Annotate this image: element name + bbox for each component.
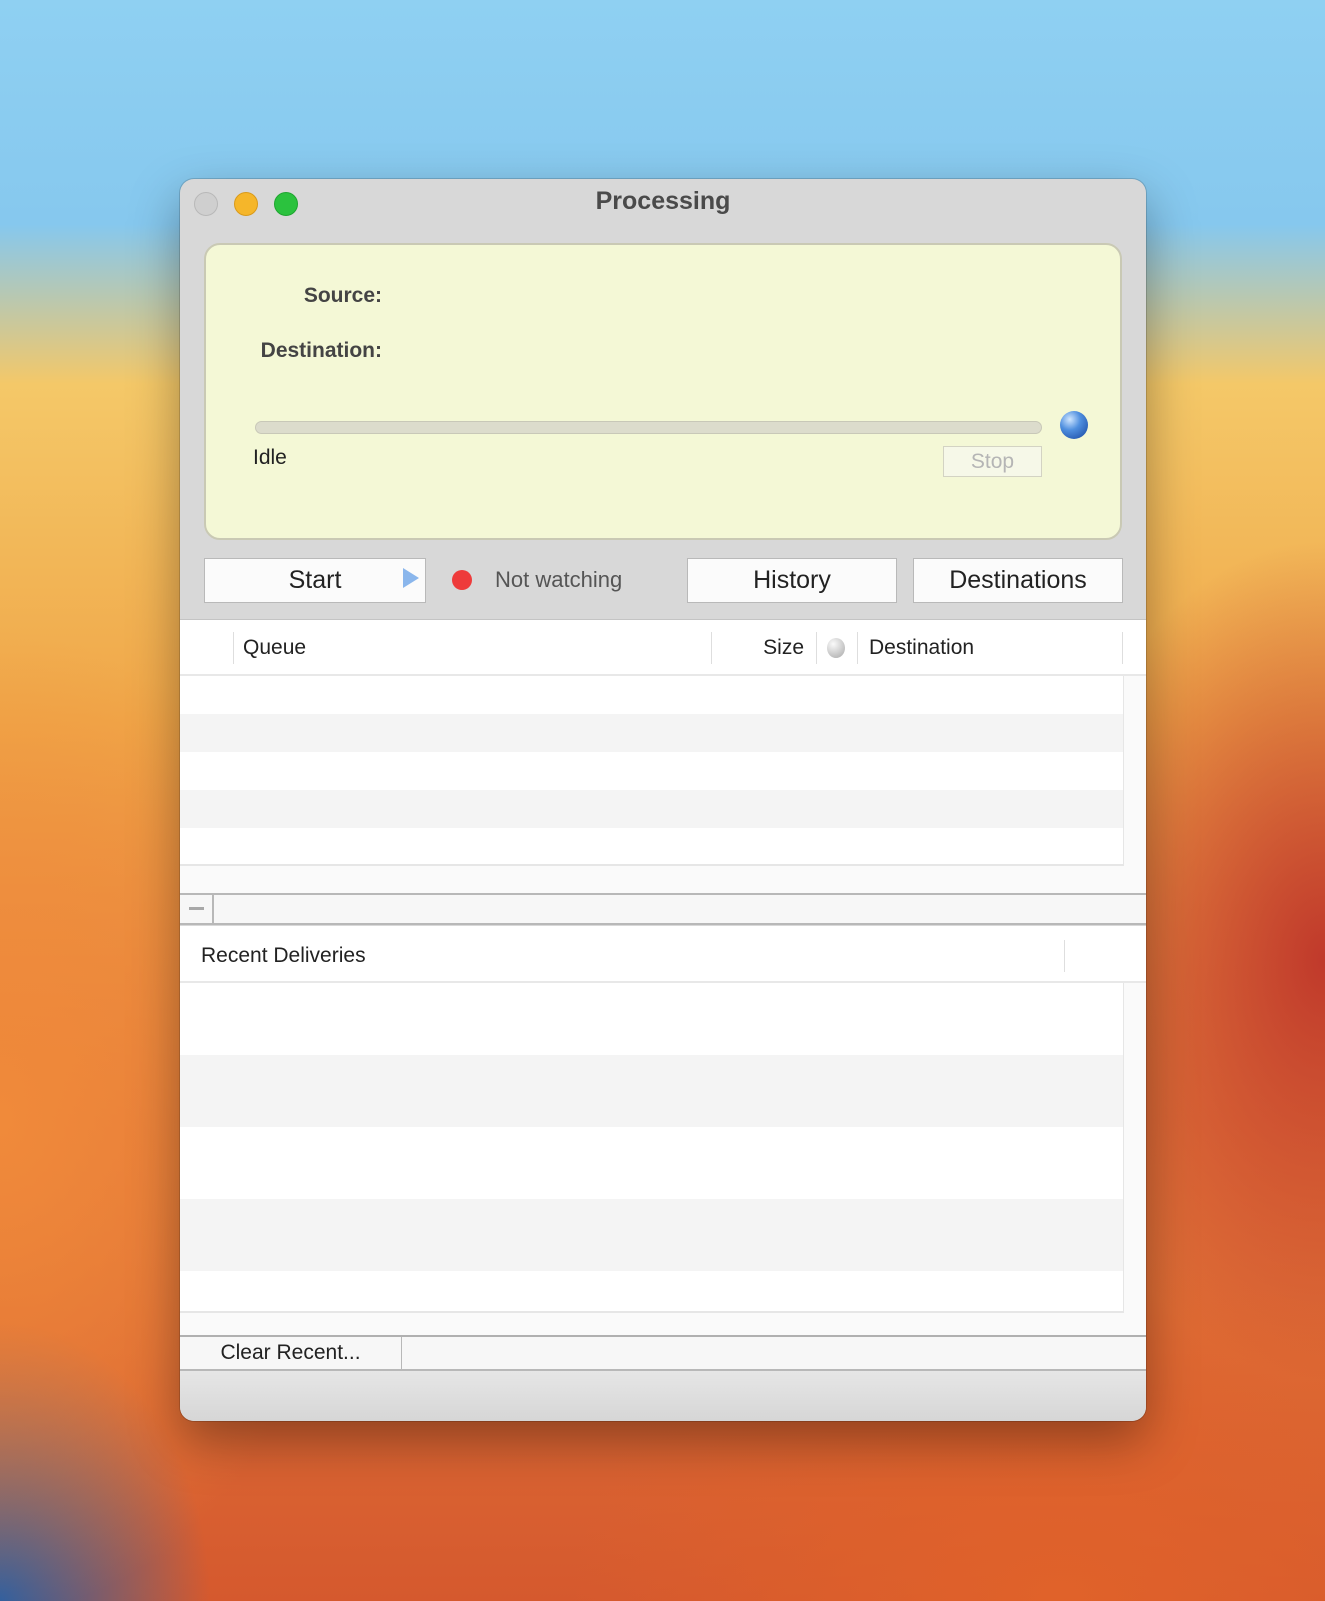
table-row xyxy=(180,1127,1123,1199)
size-column-header[interactable]: Size xyxy=(763,636,804,660)
start-button[interactable]: Start xyxy=(204,558,426,603)
clear-recent-button[interactable]: Clear Recent... xyxy=(180,1337,402,1369)
globe-icon xyxy=(1060,411,1088,439)
table-row xyxy=(180,1271,1123,1313)
start-label: Start xyxy=(288,566,342,594)
status-panel: Source: Destination: Idle Stop xyxy=(204,243,1122,540)
recent-header: Recent Deliveries xyxy=(180,926,1146,983)
table-row xyxy=(180,752,1123,790)
window-title: Processing xyxy=(595,187,731,215)
destinations-button[interactable]: Destinations xyxy=(913,558,1123,603)
globe-column-icon xyxy=(827,638,845,658)
table-row xyxy=(180,676,1123,714)
queue-header: Queue Size Destination xyxy=(180,620,1146,676)
minus-icon xyxy=(189,907,204,910)
queue-action-bar xyxy=(180,893,1146,925)
recent-action-bar: Clear Recent... xyxy=(180,1335,1146,1371)
destination-label: Destination: xyxy=(260,339,382,362)
table-row xyxy=(180,1055,1123,1127)
watch-indicator-icon xyxy=(452,570,472,590)
table-row xyxy=(180,828,1123,866)
source-label: Source: xyxy=(303,284,382,307)
status-text: Idle xyxy=(253,446,287,469)
recent-deliveries-column-header[interactable]: Recent Deliveries xyxy=(201,944,366,968)
window-footer xyxy=(180,1371,1146,1421)
watch-status: Not watching xyxy=(495,567,623,592)
recent-deliveries-table: Recent Deliveries xyxy=(180,926,1146,1336)
processing-window: Processing Source: Destination: Idle Sto… xyxy=(180,179,1146,1421)
queue-table: Queue Size Destination xyxy=(180,619,1146,893)
table-row xyxy=(180,790,1123,828)
table-row xyxy=(180,714,1123,752)
progress-bar xyxy=(255,421,1042,434)
play-icon xyxy=(403,568,419,588)
table-row xyxy=(180,1199,1123,1271)
destination-column-header[interactable]: Destination xyxy=(869,636,974,660)
history-button[interactable]: History xyxy=(687,558,897,603)
queue-column-header[interactable]: Queue xyxy=(243,636,306,660)
remove-button[interactable] xyxy=(180,895,214,923)
table-row xyxy=(180,983,1123,1055)
stop-button[interactable]: Stop xyxy=(943,446,1042,477)
